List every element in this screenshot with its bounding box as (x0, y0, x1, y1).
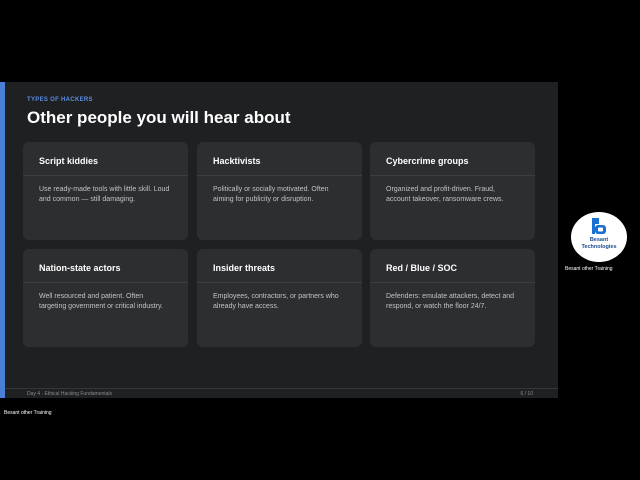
slide-title: Other people you will hear about (27, 108, 291, 127)
meeting-stage: TYPES OF HACKERS Other people you will h… (0, 0, 640, 480)
card-red-blue-soc: Red / Blue / SOC Defenders: emulate atta… (370, 249, 535, 347)
presenter-logo-text: Besant Technologies (571, 237, 627, 250)
self-view-name-label: Besant other Training (4, 410, 52, 416)
card-title: Red / Blue / SOC (386, 263, 458, 273)
slide-page-number: 6 / 10 (520, 391, 533, 397)
card-script-kiddies: Script kiddies Use ready-made tools with… (23, 142, 188, 240)
presenter-avatar: Besant Technologies (571, 212, 627, 262)
slide-eyebrow: TYPES OF HACKERS (27, 97, 93, 103)
besant-logo-icon (592, 218, 606, 234)
card-divider (370, 282, 535, 283)
logo-line-2: Technologies (581, 243, 617, 250)
card-description: Well resourced and patient. Often target… (39, 293, 163, 310)
card-title: Insider threats (213, 263, 276, 273)
card-title: Script kiddies (39, 156, 99, 166)
card-description: Politically or socially motivated. Often… (213, 186, 329, 203)
presenter-video-tile[interactable]: Besant Technologies Besant other Trainin… (562, 212, 638, 274)
presenter-name-label: Besant other Training (565, 266, 613, 272)
card-description: Defenders: emulate attackers, detect and… (386, 293, 515, 310)
card-divider (197, 282, 362, 283)
slide-footer-course: Day 4 · Ethical Hacking Fundamentals (27, 391, 113, 397)
slide-accent-bar (0, 82, 5, 398)
card-insider-threats: Insider threats Employees, contractors, … (197, 249, 362, 347)
card-divider (197, 175, 362, 176)
shared-slide: TYPES OF HACKERS Other people you will h… (0, 82, 558, 398)
card-nation-state-actors: Nation-state actors Well resourced and p… (23, 249, 188, 347)
card-cybercrime-groups: Cybercrime groups Organized and profit-d… (370, 142, 535, 240)
card-title: Hacktivists (213, 156, 261, 166)
card-description: Organized and profit-driven. Fraud, acco… (386, 186, 504, 203)
slide-footer-divider (5, 388, 558, 389)
card-hacktivists: Hacktivists Politically or socially moti… (197, 142, 362, 240)
card-divider (370, 175, 535, 176)
card-divider (23, 282, 188, 283)
card-description: Employees, contractors, or partners who … (213, 293, 339, 310)
card-divider (23, 175, 188, 176)
card-title: Cybercrime groups (386, 156, 469, 166)
card-description: Use ready-made tools with little skill. … (39, 186, 170, 203)
card-title: Nation-state actors (39, 263, 121, 273)
